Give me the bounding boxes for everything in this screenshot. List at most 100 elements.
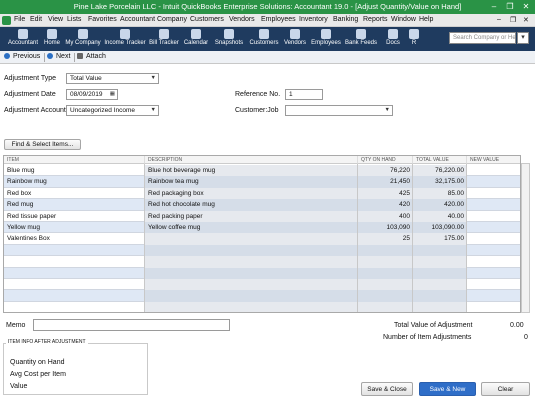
new-value-cell[interactable]	[467, 302, 520, 312]
description-cell[interactable]	[145, 290, 358, 302]
nav-snapshots[interactable]: Snapshots	[212, 29, 246, 50]
qty-on-hand-cell[interactable]: 103,090	[358, 222, 413, 234]
item-cell[interactable]	[4, 279, 145, 290]
table-row[interactable]: Red box Red packaging box 425 85.00	[4, 187, 520, 200]
item-cell[interactable]	[4, 245, 145, 256]
qty-on-hand-cell[interactable]	[358, 301, 413, 312]
search-dropdown-button[interactable]: ▾	[517, 32, 529, 44]
column-header-item[interactable]: ITEM	[4, 156, 145, 164]
calendar-icon[interactable]: ▦	[110, 91, 115, 97]
next-button[interactable]: Next	[47, 53, 70, 60]
description-cell[interactable]: Red packaging box	[145, 187, 358, 200]
new-value-cell[interactable]	[467, 199, 520, 210]
search-input[interactable]: Search Company or Help	[449, 32, 516, 44]
column-header-total-value[interactable]: TOTAL VALUE	[413, 156, 467, 164]
description-cell[interactable]: Yellow coffee mug	[145, 222, 358, 234]
total-value-cell[interactable]: 32,175.00	[413, 176, 467, 188]
nav-employees[interactable]: Employees	[310, 29, 342, 50]
total-value-cell[interactable]	[413, 267, 467, 279]
new-value-cell[interactable]	[467, 222, 520, 233]
table-row[interactable]	[4, 256, 520, 268]
description-cell[interactable]	[145, 233, 358, 245]
table-row[interactable]	[4, 267, 520, 279]
item-cell[interactable]	[4, 302, 145, 312]
table-row[interactable]	[4, 279, 520, 291]
total-value-cell[interactable]: 175.00	[413, 233, 467, 245]
total-value-cell[interactable]: 420.00	[413, 199, 467, 211]
qty-on-hand-cell[interactable]	[358, 290, 413, 302]
description-cell[interactable]	[145, 301, 358, 312]
qty-on-hand-cell[interactable]: 76,220	[358, 165, 413, 177]
qty-on-hand-cell[interactable]	[358, 267, 413, 279]
new-value-cell[interactable]	[467, 165, 520, 176]
total-value-cell[interactable]	[413, 256, 467, 268]
menu-view[interactable]: View	[48, 16, 63, 23]
qty-on-hand-cell[interactable]	[358, 244, 413, 257]
item-cell[interactable]	[4, 268, 145, 279]
table-row[interactable]: Red mug Red hot chocolate mug 420 420.00	[4, 199, 520, 211]
menu-company[interactable]: Company	[157, 16, 187, 23]
adjustment-type-select[interactable]: Total Value ▼	[66, 73, 159, 84]
save-close-button[interactable]: Save & Close	[361, 382, 413, 396]
qty-on-hand-cell[interactable]: 400	[358, 210, 413, 222]
table-row[interactable]	[4, 290, 520, 302]
table-row[interactable]	[4, 301, 520, 312]
table-row[interactable]	[4, 244, 520, 257]
nav-docs[interactable]: Docs	[384, 29, 402, 50]
total-value-cell[interactable]	[413, 290, 467, 302]
new-value-cell[interactable]	[467, 188, 520, 199]
item-cell[interactable]	[4, 290, 145, 301]
menu-favorites[interactable]: Favorites	[88, 16, 117, 23]
previous-button[interactable]: Previous	[4, 53, 40, 60]
menu-reports[interactable]: Reports	[363, 16, 388, 23]
description-cell[interactable]: Red packing paper	[145, 210, 358, 222]
menu-vendors[interactable]: Vendors	[229, 16, 255, 23]
item-cell[interactable]: Red tissue paper	[4, 211, 145, 222]
find-select-items-button[interactable]: Find & Select Items...	[4, 139, 81, 150]
nav-vendors[interactable]: Vendors	[282, 29, 308, 50]
qty-on-hand-cell[interactable]: 25	[358, 233, 413, 245]
new-value-cell[interactable]	[467, 211, 520, 222]
minimize-button[interactable]: –	[486, 1, 502, 13]
table-row[interactable]: Red tissue paper Red packing paper 400 40.0…	[4, 210, 520, 222]
menu-restore-button[interactable]: ❐	[510, 16, 516, 24]
description-cell[interactable]	[145, 267, 358, 279]
menu-lists[interactable]: Lists	[67, 16, 81, 23]
new-value-cell[interactable]	[467, 256, 520, 267]
item-cell[interactable]: Red mug	[4, 199, 145, 210]
vertical-scrollbar[interactable]	[521, 163, 530, 313]
total-value-cell[interactable]: 103,090.00	[413, 222, 467, 234]
table-row[interactable]: Yellow mug Yellow coffee mug 103,090 103,09…	[4, 222, 520, 234]
description-cell[interactable]: Rainbow tea mug	[145, 176, 358, 188]
item-cell[interactable]: Yellow mug	[4, 222, 145, 233]
description-cell[interactable]	[145, 256, 358, 268]
nav-bank-feeds[interactable]: Bank Feeds	[344, 29, 378, 50]
table-row[interactable]: Valentines Box 25 175.00	[4, 233, 520, 245]
item-cell[interactable]: Blue mug	[4, 165, 145, 176]
column-header-new-value[interactable]: NEW VALUE	[467, 156, 520, 164]
item-cell[interactable]: Red box	[4, 188, 145, 199]
new-value-cell[interactable]	[467, 176, 520, 187]
new-value-cell[interactable]	[467, 290, 520, 301]
nav-accountant[interactable]: Accountant	[6, 29, 40, 50]
qty-on-hand-cell[interactable]	[358, 279, 413, 291]
reference-input[interactable]: 1	[285, 89, 323, 100]
item-cell[interactable]: Valentines Box	[4, 233, 145, 244]
attach-button[interactable]: Attach	[77, 53, 106, 60]
nav-my-company[interactable]: My Company	[64, 29, 102, 50]
nav-customers[interactable]: Customers	[248, 29, 280, 50]
nav-reports[interactable]: R	[408, 29, 420, 50]
new-value-cell[interactable]	[467, 233, 520, 244]
description-cell[interactable]	[145, 244, 358, 257]
menu-edit[interactable]: Edit	[30, 16, 42, 23]
column-header-qty-on-hand[interactable]: QTY ON HAND	[358, 156, 413, 164]
menu-customers[interactable]: Customers	[190, 16, 224, 23]
item-cell[interactable]: Rainbow mug	[4, 176, 145, 187]
item-cell[interactable]	[4, 256, 145, 267]
restore-button[interactable]: ❐	[502, 1, 518, 13]
description-cell[interactable]	[145, 279, 358, 291]
total-value-cell[interactable]	[413, 279, 467, 291]
memo-input[interactable]	[33, 319, 230, 331]
new-value-cell[interactable]	[467, 245, 520, 256]
total-value-cell[interactable]	[413, 301, 467, 312]
